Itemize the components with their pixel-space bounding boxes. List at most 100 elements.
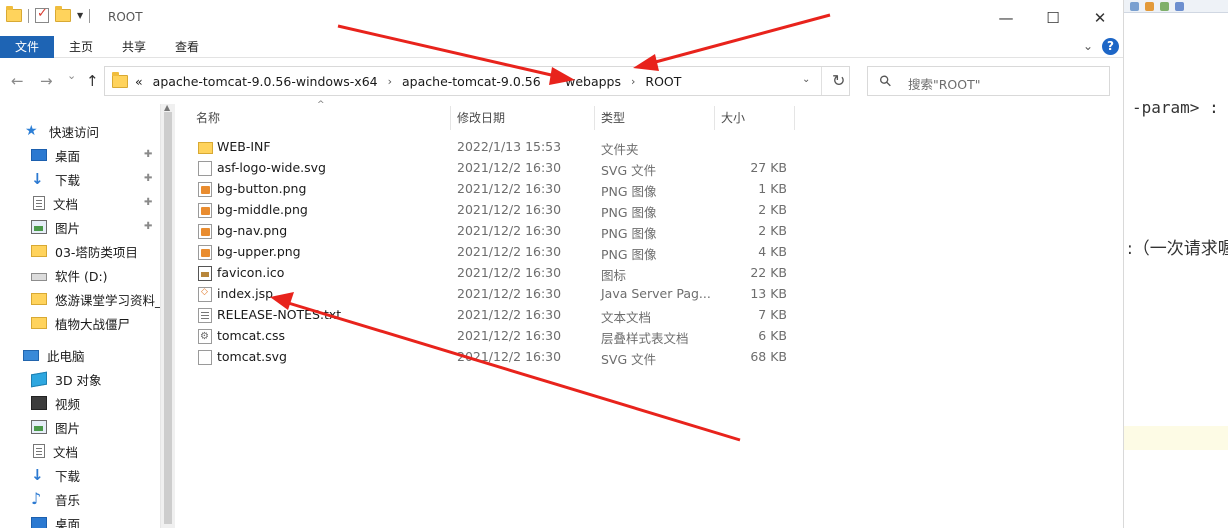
sidebar-item-desktop[interactable]: 桌面 (0, 511, 160, 528)
tab-home[interactable]: 主页 (56, 36, 106, 58)
table-row[interactable]: WEB-INF 2022/1/13 15:53 文件夹 (176, 137, 796, 158)
table-row[interactable]: favicon.ico 2021/12/2 16:30 图标 22 KB (176, 263, 796, 284)
sidebar-item-label: 文档 (53, 444, 79, 460)
file-size: 2 KB (758, 202, 787, 217)
column-divider[interactable] (794, 106, 795, 130)
sidebar-item-label: 图片 (55, 220, 81, 236)
file-size: 1 KB (758, 181, 787, 196)
scroll-up-icon[interactable]: ▲ (164, 103, 170, 112)
scrollbar-thumb[interactable] (164, 112, 172, 524)
column-header-type[interactable]: 类型 (601, 104, 625, 132)
file-name: favicon.ico (217, 265, 285, 280)
file-size: 68 KB (750, 349, 787, 364)
3d-objects-icon (31, 371, 47, 387)
file-type: SVG 文件 (601, 352, 657, 367)
up-button[interactable]: ↑ (86, 72, 99, 90)
table-row[interactable]: bg-upper.png 2021/12/2 16:30 PNG 图像 4 KB (176, 242, 796, 263)
picture-icon (31, 420, 47, 434)
column-divider[interactable] (714, 106, 715, 130)
sidebar-item-desktop[interactable]: 桌面 ✚ (0, 143, 160, 167)
sidebar-item-folder[interactable]: 植物大战僵尸 (0, 311, 160, 335)
properties-icon[interactable] (35, 6, 49, 23)
file-name: bg-upper.png (217, 244, 301, 259)
address-bar[interactable]: « apache-tomcat-9.0.56-windows-x64 › apa… (104, 66, 850, 96)
breadcrumb-item[interactable]: apache-tomcat-9.0.56-windows-x64 (153, 74, 378, 89)
table-row[interactable]: bg-middle.png 2021/12/2 16:30 PNG 图像 2 K… (176, 200, 796, 221)
folder-icon (6, 6, 22, 22)
table-row[interactable]: bg-button.png 2021/12/2 16:30 PNG 图像 1 K… (176, 179, 796, 200)
column-divider[interactable] (594, 106, 595, 130)
sidebar-item-videos[interactable]: 视频 (0, 391, 160, 415)
maximize-button[interactable]: ☐ (1030, 0, 1076, 36)
table-row[interactable]: tomcat.css 2021/12/2 16:30 层叠样式表文档 6 KB (176, 326, 796, 347)
tab-share[interactable]: 共享 (108, 36, 160, 58)
breadcrumb-item[interactable]: ROOT (645, 74, 681, 89)
desktop-icon (31, 149, 47, 161)
background-line-highlight (1124, 426, 1228, 450)
close-button[interactable]: ✕ (1077, 0, 1123, 36)
table-row[interactable]: index.jsp 2021/12/2 16:30 Java Server Pa… (176, 284, 796, 305)
sidebar-item-this-pc[interactable]: 此电脑 (0, 343, 160, 367)
sidebar-item-music[interactable]: ♪ 音乐 (0, 487, 160, 511)
file-type: Java Server Pag... (601, 286, 711, 301)
ribbon-collapse-icon[interactable]: ⌄ (1083, 39, 1093, 53)
search-input[interactable]: 搜索"ROOT" (908, 74, 981, 93)
sidebar-item-pictures[interactable]: 图片 (0, 415, 160, 439)
file-date: 2022/1/13 15:53 (457, 139, 562, 154)
sidebar-item-folder[interactable]: 悠游课堂学习资料_F (0, 287, 160, 311)
breadcrumb-item[interactable]: webapps (565, 74, 621, 89)
refresh-icon[interactable]: ↻ (832, 71, 845, 90)
tab-view[interactable]: 查看 (161, 36, 213, 58)
screen: -param> : :（一次请求喔 ▼ ROOT — ☐ ✕ 文件 主页 共享 … (0, 0, 1228, 528)
sidebar-scrollbar[interactable]: ▲ (160, 103, 175, 528)
sidebar-item-downloads[interactable]: ↓ 下载 (0, 463, 160, 487)
file-date: 2021/12/2 16:30 (457, 286, 562, 301)
forward-button[interactable]: → (40, 72, 53, 90)
file-name: asf-logo-wide.svg (217, 160, 326, 175)
sidebar-item-documents[interactable]: 文档 ✚ (0, 191, 160, 215)
sidebar-item-drive-d[interactable]: 软件 (D:) (0, 263, 160, 287)
breadcrumb-item[interactable]: apache-tomcat-9.0.56 (402, 74, 541, 89)
sidebar-item-downloads[interactable]: ↓ 下载 ✚ (0, 167, 160, 191)
chevron-right-icon[interactable]: › (388, 75, 392, 88)
star-icon: ★ (25, 123, 38, 139)
chevron-right-icon[interactable]: › (551, 75, 555, 88)
sidebar-item-folder[interactable]: 03-塔防类项目 (0, 239, 160, 263)
back-button[interactable]: ← (11, 72, 24, 90)
column-divider[interactable] (450, 106, 451, 130)
table-row[interactable]: asf-logo-wide.svg 2021/12/2 16:30 SVG 文件… (176, 158, 796, 179)
explorer-window: ▼ ROOT — ☐ ✕ 文件 主页 共享 查看 ⌄ ? ← → ⌄ ↑ (0, 0, 1123, 528)
chevron-right-icon[interactable]: › (631, 75, 635, 88)
table-row[interactable]: tomcat.svg 2021/12/2 16:30 SVG 文件 68 KB (176, 347, 796, 368)
file-type: PNG 图像 (601, 205, 657, 220)
sidebar-item-3d-objects[interactable]: 3D 对象 (0, 367, 160, 391)
column-header-name[interactable]: 名称 (196, 104, 220, 132)
minimize-button[interactable]: — (983, 0, 1029, 36)
file-size: 13 KB (750, 286, 787, 301)
sidebar-item-documents[interactable]: 文档 (0, 439, 160, 463)
recent-locations-button[interactable]: ⌄ (67, 69, 76, 82)
table-row[interactable]: RELEASE-NOTES.txt 2021/12/2 16:30 文本文档 7… (176, 305, 796, 326)
file-size: 7 KB (758, 307, 787, 322)
pin-icon: ✚ (144, 173, 153, 184)
address-dropdown-icon[interactable]: ⌄ (802, 74, 810, 85)
new-folder-icon[interactable] (55, 6, 71, 22)
search-box[interactable]: ⚲ 搜索"ROOT" (867, 66, 1110, 96)
download-icon: ↓ (31, 466, 44, 484)
sidebar-item-quick-access[interactable]: ★ 快速访问 (0, 119, 160, 143)
file-date: 2021/12/2 16:30 (457, 307, 562, 322)
help-icon[interactable]: ? (1102, 38, 1119, 55)
file-date: 2021/12/2 16:30 (457, 349, 562, 364)
tab-file[interactable]: 文件 (0, 36, 54, 58)
customize-dropdown-icon[interactable]: ▼ (77, 11, 83, 20)
sidebar-item-pictures[interactable]: 图片 ✚ (0, 215, 160, 239)
column-header-date[interactable]: 修改日期 (457, 104, 505, 132)
file-date: 2021/12/2 16:30 (457, 160, 562, 175)
table-row[interactable]: bg-nav.png 2021/12/2 16:30 PNG 图像 2 KB (176, 221, 796, 242)
breadcrumb-overflow-button[interactable]: « (135, 74, 143, 89)
computer-icon (23, 349, 39, 361)
background-code-line: :（一次请求喔 (1127, 239, 1228, 259)
column-header-size[interactable]: 大小 (721, 104, 745, 132)
divider (89, 8, 91, 23)
file-name: bg-middle.png (217, 202, 308, 217)
